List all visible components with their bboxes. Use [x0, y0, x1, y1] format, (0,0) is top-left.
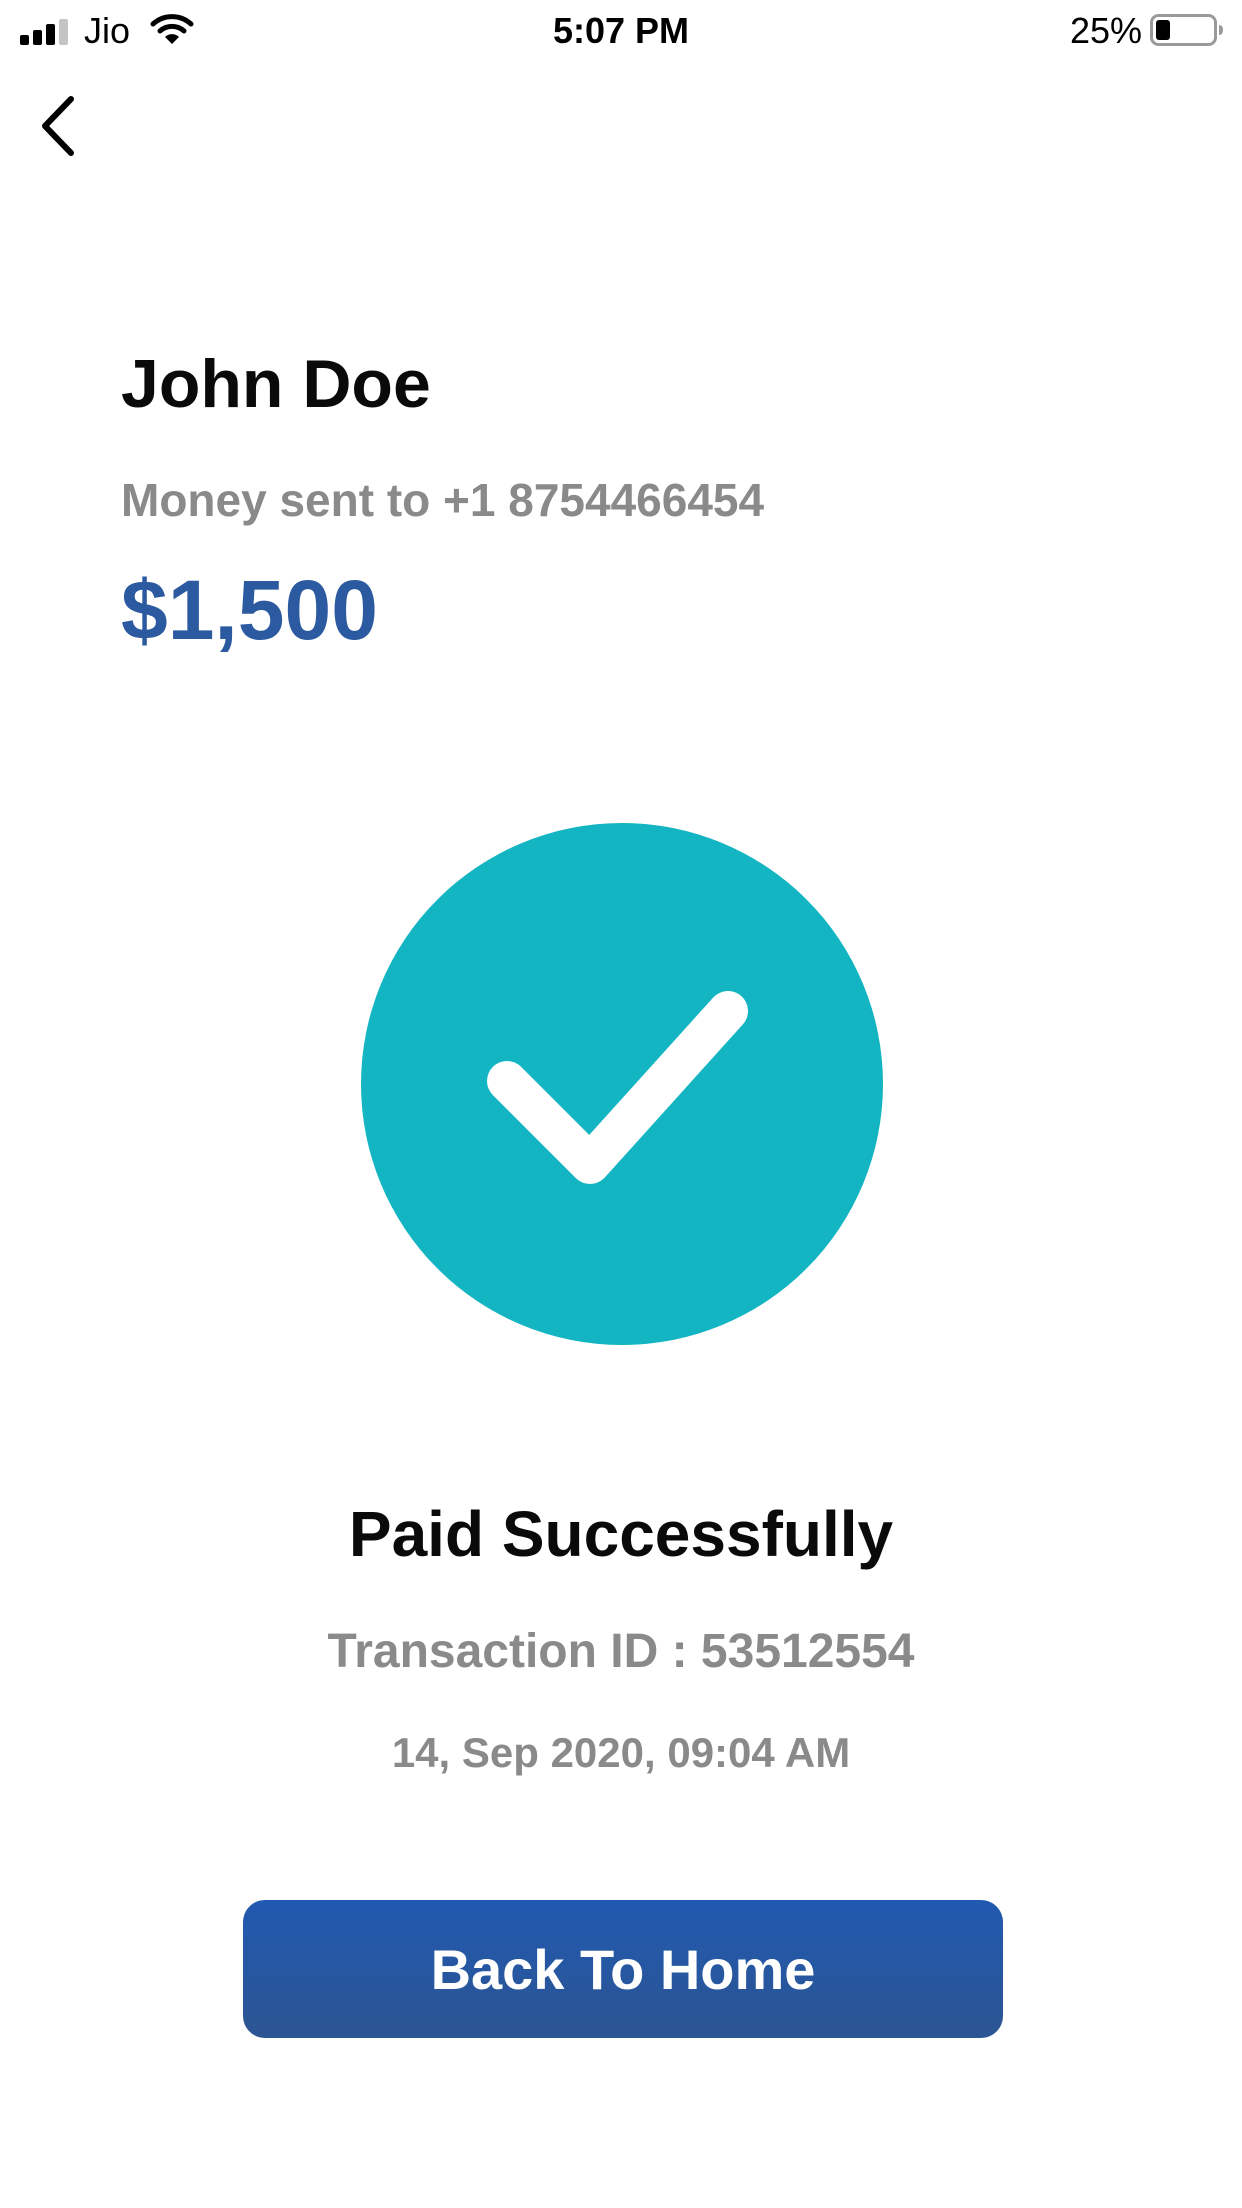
battery-icon	[1150, 14, 1223, 46]
back-to-home-button[interactable]: Back To Home	[243, 1900, 1003, 2038]
success-indicator	[361, 823, 883, 1345]
recipient-phone-line: Money sent to +1 8754466454	[121, 474, 765, 526]
checkmark-icon	[487, 991, 748, 1184]
payment-status-title: Paid Successfully	[348, 1498, 894, 1570]
back-button[interactable]	[22, 86, 92, 166]
recipient-name: John Doe	[121, 346, 431, 422]
battery-percentage: 25%	[1069, 10, 1142, 51]
chevron-left-icon	[42, 96, 74, 156]
status-time: 5:07 PM	[552, 10, 690, 51]
payment-amount: $1,500	[121, 563, 378, 657]
status-bar: Jio 5:07 PM 25%	[0, 0, 1242, 62]
transaction-id: Transaction ID : 53512554	[327, 1625, 915, 1678]
transaction-datetime: 14, Sep 2020, 09:04 AM	[391, 1729, 851, 1776]
